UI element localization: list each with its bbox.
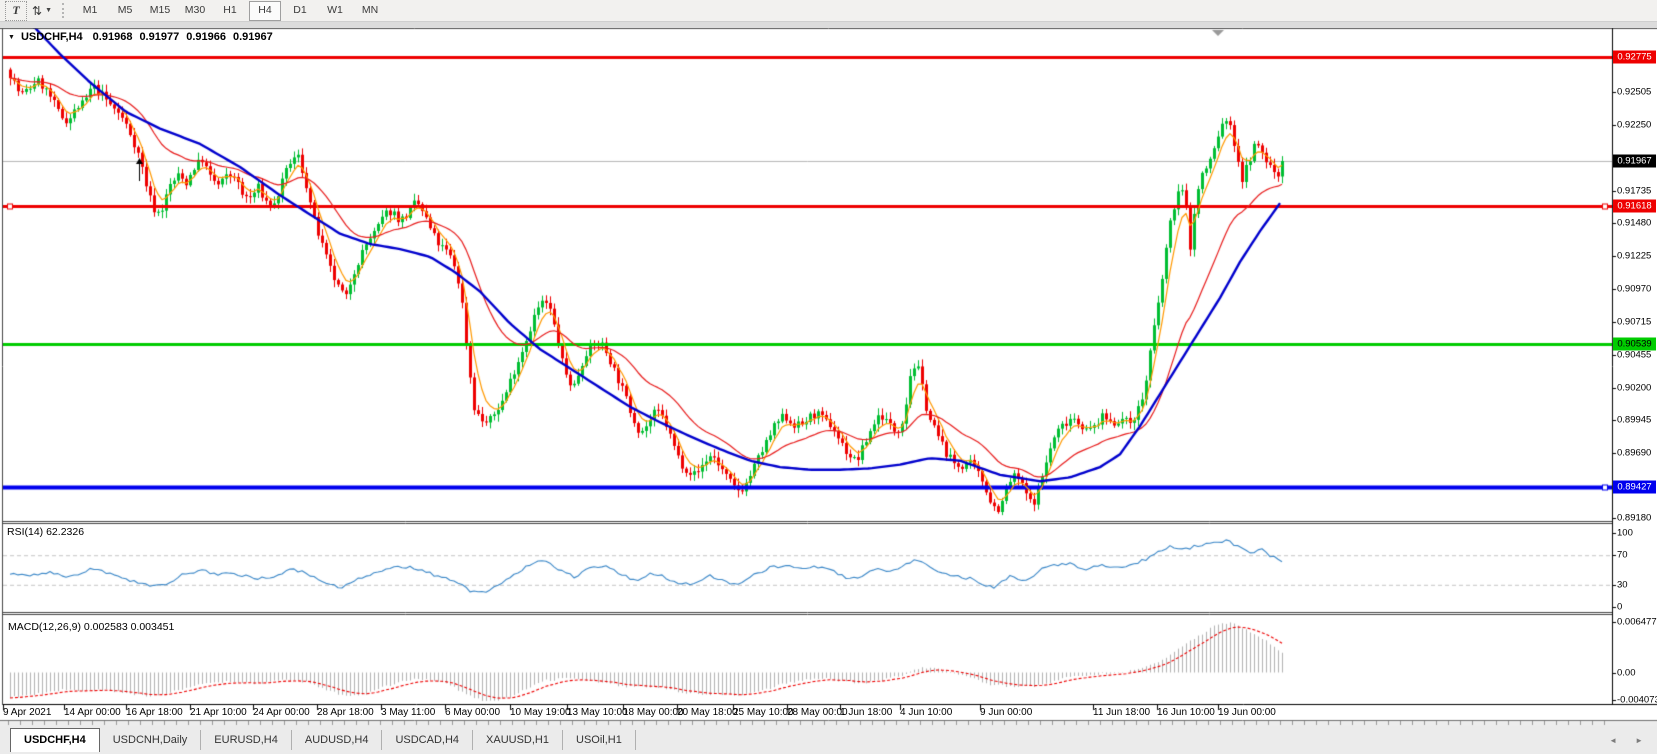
price-badge: 0.91967: [1613, 154, 1656, 167]
price-axis-label: 0.92505: [1617, 86, 1651, 97]
tab-scroll-arrows: ◄ ►: [1609, 736, 1643, 745]
price-axis-label: 0.89180: [1617, 513, 1651, 524]
date-axis-label: 19 Jun 00:00: [1218, 707, 1276, 718]
tab-usdcad-h4[interactable]: USDCAD,H4: [382, 730, 473, 750]
date-axis-label: 18 May 00:00: [623, 707, 684, 718]
date-axis-label: 10 May 19:00: [510, 707, 571, 718]
rsi-label: RSI(14) 62.2326: [7, 526, 84, 538]
price-axis-label: 0.90455: [1617, 349, 1651, 360]
date-axis-label: 3 May 11:00: [381, 707, 435, 718]
quote-close: 0.91967: [233, 31, 273, 43]
timeframe-button-m15[interactable]: M15: [144, 1, 176, 21]
timeframe-button-h1[interactable]: H1: [214, 1, 246, 21]
tab-xauusd-h1[interactable]: XAUUSD,H1: [473, 730, 563, 750]
timeframe-button-d1[interactable]: D1: [284, 1, 316, 21]
price-axis-label: 0.91735: [1617, 185, 1651, 196]
rsi-axis-label: 30: [1617, 579, 1628, 590]
chart-horizontal-scrollbar[interactable]: [0, 22, 1657, 28]
date-axis-label: 14 Apr 00:00: [64, 707, 121, 718]
date-axis-label: 28 Apr 18:00: [317, 707, 374, 718]
macd-axis-label: 0.006477: [1617, 617, 1657, 628]
chart-canvas[interactable]: [0, 0, 1657, 754]
rsi-axis-label: 70: [1617, 550, 1628, 561]
quote-high: 0.91977: [139, 31, 179, 43]
tab-scroll-right-icon[interactable]: ►: [1635, 736, 1643, 745]
date-axis-label: 20 May 18:00: [677, 707, 738, 718]
timeframe-button-m1[interactable]: M1: [74, 1, 106, 21]
chart-tabbar: USDCHF,H4USDCNH,DailyEURUSD,H4AUDUSD,H4U…: [0, 726, 1657, 754]
tab-usoil-h1[interactable]: USOil,H1: [563, 730, 636, 750]
date-axis-label: 21 Apr 10:00: [190, 707, 247, 718]
timeframe-button-m30[interactable]: M30: [179, 1, 211, 21]
rsi-axis-label: 0: [1617, 602, 1622, 613]
timeframe-button-m5[interactable]: M5: [109, 1, 141, 21]
rsi-axis-label: 100: [1617, 528, 1633, 539]
date-axis-label: 16 Jun 10:00: [1157, 707, 1215, 718]
text-tool-icon: T: [12, 3, 19, 18]
symbol-label: USDCHF,H4: [21, 31, 83, 43]
date-axis-label: 25 May 10:00: [733, 707, 794, 718]
price-axis-label: 0.90715: [1617, 316, 1651, 327]
timeframe-button-w1[interactable]: W1: [319, 1, 351, 21]
tab-usdchf-h4[interactable]: USDCHF,H4: [10, 728, 100, 752]
chart-tabs: USDCHF,H4USDCNH,DailyEURUSD,H4AUDUSD,H4U…: [10, 726, 636, 752]
price-axis-label: 0.91480: [1617, 218, 1651, 229]
tab-scroll-left-icon[interactable]: ◄: [1609, 736, 1617, 745]
price-axis-label: 0.89945: [1617, 415, 1651, 426]
cursor-mode-button[interactable]: ⇅ ▼: [29, 2, 55, 20]
timeframe-button-h4[interactable]: H4: [249, 1, 281, 21]
macd-axis-label: -0.004073: [1617, 695, 1657, 706]
date-axis-label: 6 May 00:00: [445, 707, 500, 718]
tab-eurusd-h4[interactable]: EURUSD,H4: [201, 730, 292, 750]
price-badge: 0.92775: [1613, 51, 1656, 64]
timeframe-button-mn[interactable]: MN: [354, 1, 386, 21]
date-axis-label: 28 May 00:00: [787, 707, 848, 718]
quote-low: 0.91966: [186, 31, 226, 43]
chevron-down-icon: ▼: [45, 7, 52, 14]
mt4-window: T ⇅ ▼ M1M5M15M30H1H4D1W1MN ▼ USDCHF,H4 0…: [0, 0, 1657, 754]
price-axis-label: 0.90200: [1617, 382, 1651, 393]
macd-axis-label: 0.00: [1617, 667, 1636, 678]
quote-open: 0.91968: [93, 31, 133, 43]
chart-title: ▼ USDCHF,H4 0.91968 0.91977 0.91966 0.91…: [8, 31, 280, 43]
date-axis-label: 24 Apr 00:00: [253, 707, 310, 718]
arrows-icon: ⇅: [32, 4, 42, 18]
price-axis-label: 0.89690: [1617, 448, 1651, 459]
price-badge: 0.90539: [1613, 338, 1656, 351]
price-badge: 0.91618: [1613, 199, 1656, 212]
price-badge: 0.89427: [1613, 480, 1656, 493]
price-axis-label: 0.91225: [1617, 251, 1651, 262]
date-axis-label: 1 Jun 18:00: [840, 707, 892, 718]
tab-usdcnh-daily[interactable]: USDCNH,Daily: [100, 730, 202, 750]
text-tool-button[interactable]: T: [5, 1, 27, 21]
toolbar: T ⇅ ▼ M1M5M15M30H1H4D1W1MN: [0, 0, 1657, 22]
macd-label: MACD(12,26,9) 0.002583 0.003451: [8, 621, 174, 633]
date-axis-label: 16 Apr 18:00: [126, 707, 183, 718]
date-axis-label: 9 Apr 2021: [3, 707, 51, 718]
timeframe-group: M1M5M15M30H1H4D1W1MN: [74, 1, 389, 21]
collapse-triangle-icon[interactable]: ▼: [8, 34, 15, 41]
toolbar-grip[interactable]: [62, 3, 67, 18]
tab-audusd-h4[interactable]: AUDUSD,H4: [292, 730, 383, 750]
date-axis-label: 9 Jun 00:00: [980, 707, 1032, 718]
date-axis-label: 11 Jun 18:00: [1093, 707, 1150, 718]
date-axis-label: 4 Jun 10:00: [900, 707, 952, 718]
price-axis-label: 0.90970: [1617, 283, 1651, 294]
price-axis-label: 0.92250: [1617, 119, 1651, 130]
date-axis-label: 13 May 10:00: [567, 707, 628, 718]
